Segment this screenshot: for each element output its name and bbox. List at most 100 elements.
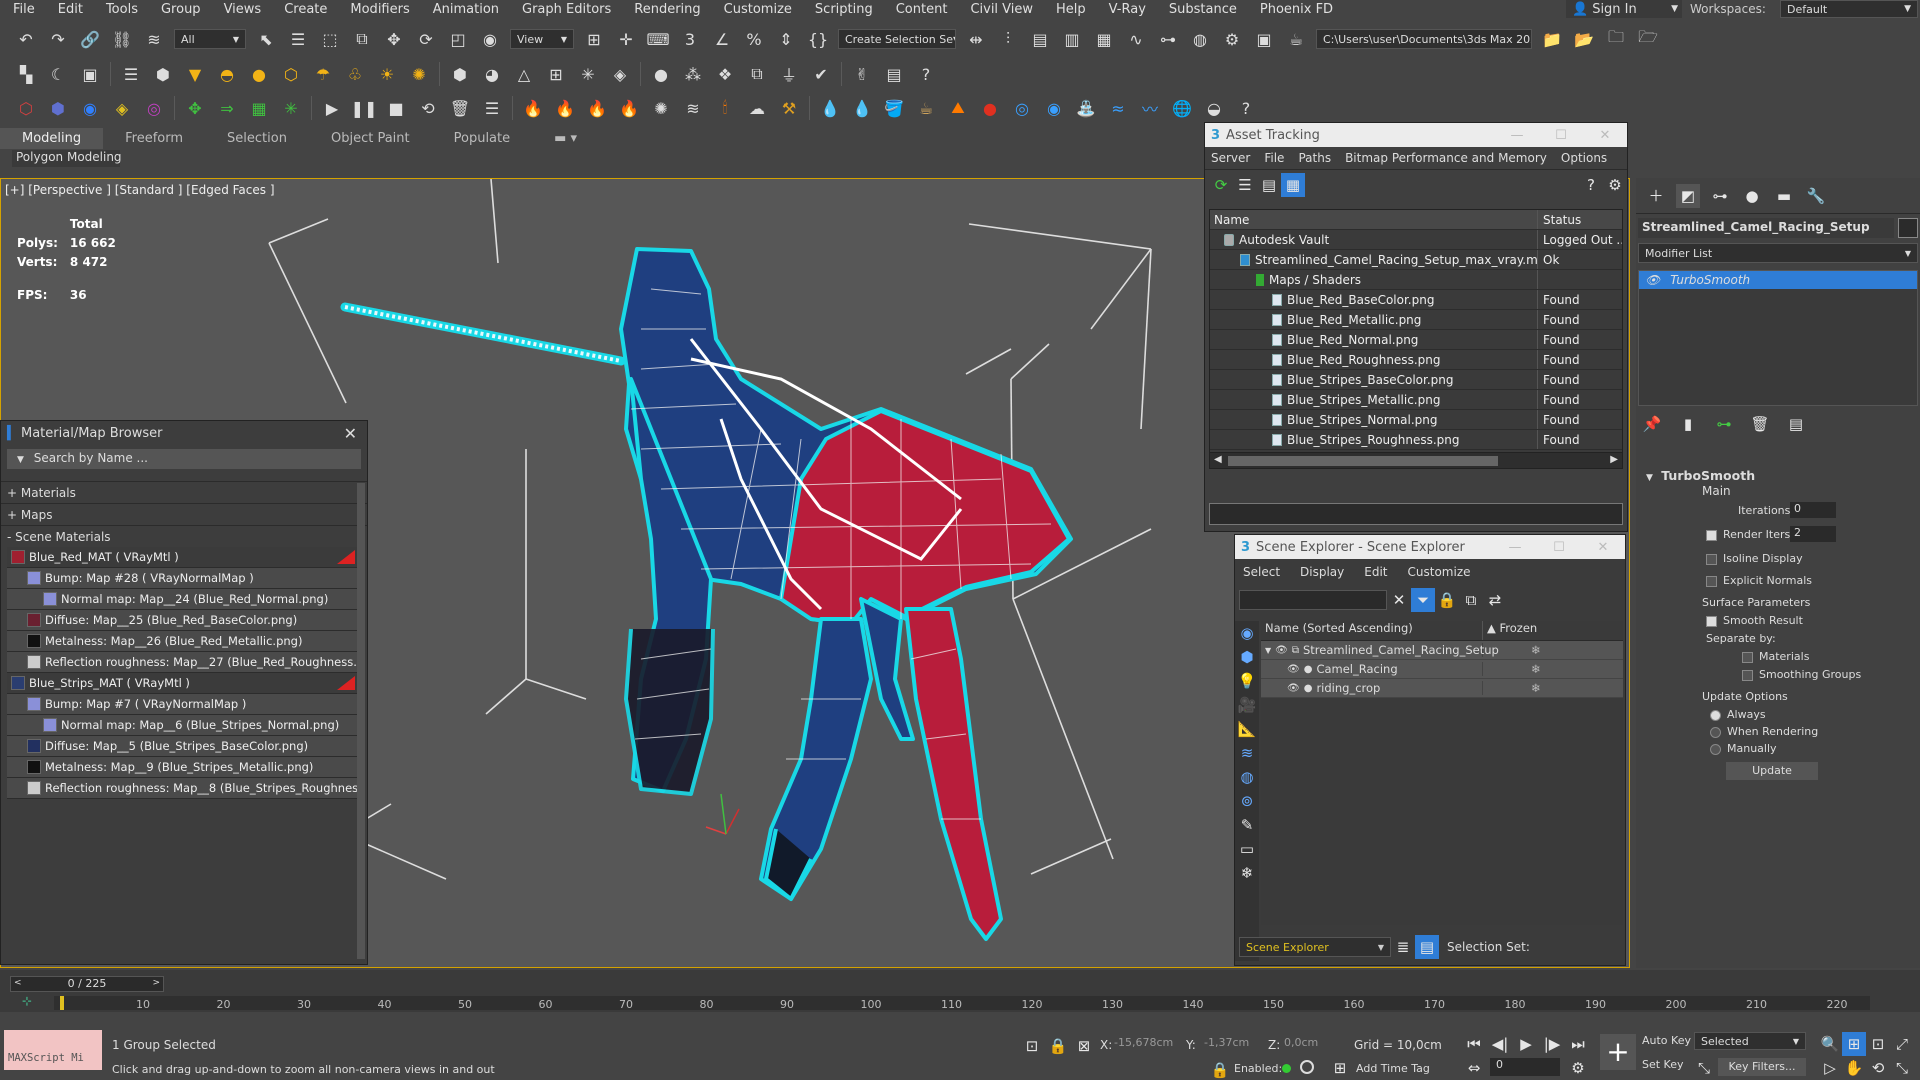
curve-editor-icon[interactable]: ∿ <box>1124 27 1148 51</box>
prev-frame-icon[interactable]: < <box>14 978 22 988</box>
project-folder-icon[interactable]: 📁 <box>1540 27 1564 51</box>
clear-search-icon[interactable]: ✕ <box>1387 588 1411 612</box>
rect-selection-icon[interactable]: ⬚ <box>318 27 342 51</box>
scene-tree-row[interactable]: ▼ 👁 ⧉ Streamlined_Camel_Racing_Setup ❄ <box>1261 641 1623 660</box>
key-filters-button[interactable]: Key Filters... <box>1718 1058 1806 1076</box>
utilities-tab-icon[interactable]: 🔧 <box>1804 184 1828 208</box>
zoom-extents-icon[interactable]: ⊡ <box>1866 1032 1890 1056</box>
table-view-icon[interactable]: ▤ <box>1257 173 1281 197</box>
liquid-source-icon[interactable]: 💧 <box>818 96 842 120</box>
smoothing-groups-checkbox[interactable]: Smoothing Groups <box>1742 668 1861 681</box>
placement-icon[interactable]: ◉ <box>478 27 502 51</box>
asset-row[interactable]: Blue_Stripes_BaseColor.png Found <box>1210 370 1622 390</box>
enabled-indicator[interactable] <box>1282 1064 1291 1073</box>
select-by-name-icon[interactable]: ☰ <box>286 27 310 51</box>
display-spacewarps-icon[interactable]: ≋ <box>1235 741 1259 765</box>
smooth-result-checkbox[interactable]: Smooth Result <box>1706 614 1803 627</box>
material-entry[interactable]: Blue_Strips_MAT ( VRayMtl ) <box>7 673 357 694</box>
remove-modifier-icon[interactable]: 🗑 <box>1748 412 1772 436</box>
update-button[interactable]: Update <box>1726 762 1818 780</box>
vray-material-icon[interactable]: ● <box>649 62 673 86</box>
scrollbar[interactable] <box>357 483 365 959</box>
isoline-checkbox[interactable]: Isoline Display <box>1706 552 1803 565</box>
redo-icon[interactable]: ↷ <box>46 27 70 51</box>
display-cameras-icon[interactable]: 🎥 <box>1235 693 1259 717</box>
asset-row[interactable]: Blue_Stripes_Metallic.png Found <box>1210 390 1622 410</box>
zoom-icon[interactable]: 🔍 <box>1818 1032 1842 1056</box>
ribbon-tab-selection[interactable]: Selection <box>205 128 309 149</box>
time-configuration-icon[interactable]: ⚙ <box>1566 1056 1590 1080</box>
vray-ambient-light-icon[interactable]: ♧ <box>343 62 367 86</box>
substance-cube-icon[interactable]: ⬢ <box>46 96 70 120</box>
rendered-frame-window-icon[interactable]: ▣ <box>1252 27 1276 51</box>
vray-frame-buffer-icon[interactable]: ▚ <box>14 62 38 86</box>
collapse-handle-icon[interactable]: ▍ <box>7 426 17 441</box>
vray-fur-icon[interactable]: ◕ <box>480 62 504 86</box>
vray-interactive-icon[interactable]: ▣ <box>78 62 102 86</box>
substance-filter-icon[interactable]: ◈ <box>110 96 134 120</box>
scene-menu-display[interactable]: Display <box>1300 565 1344 579</box>
filter-icon[interactable]: ⏷ <box>1411 588 1435 612</box>
next-frame-icon[interactable]: > <box>152 978 160 988</box>
keyboard-shortcut-icon[interactable]: ⌨ <box>646 27 670 51</box>
scroll-right-icon[interactable]: ▶ <box>1610 454 1618 465</box>
scene-menu-customize[interactable]: Customize <box>1408 565 1471 579</box>
angle-snap-icon[interactable]: ∠ <box>710 27 734 51</box>
selection-filter-dropdown[interactable]: All ▼ <box>174 29 246 49</box>
y-coordinate-field[interactable]: -1,37cm <box>1204 1036 1264 1054</box>
set-key-button[interactable]: Set Key <box>1642 1058 1686 1076</box>
display-xrefs-icon[interactable]: ⊚ <box>1235 789 1259 813</box>
vray-decal-icon[interactable]: ⊞ <box>544 62 568 86</box>
phoenix-list-icon[interactable]: ☰ <box>480 96 504 120</box>
show-end-result-icon[interactable]: ▮ <box>1676 412 1700 436</box>
phoenix-help-icon[interactable]: ? <box>1234 96 1258 120</box>
menu-item-file[interactable]: File <box>0 2 45 17</box>
lock-icon[interactable]: 🔒 <box>1208 1058 1232 1080</box>
vray-asset-editor-icon[interactable]: ⬢ <box>151 62 175 86</box>
named-selection-dropdown[interactable]: Create Selection Se ▼ <box>838 29 956 49</box>
render-production-icon[interactable]: ☕ <box>1284 27 1308 51</box>
map-entry[interactable]: Normal map: Map__24 (Blue_Red_Normal.png… <box>7 589 357 610</box>
asset-menu-bitmap-performance-and-memory[interactable]: Bitmap Performance and Memory <box>1345 151 1547 165</box>
phoenix-helper-icon[interactable]: ✥ <box>183 96 207 120</box>
menu-item-animation[interactable]: Animation <box>420 2 509 17</box>
liquid-cup-icon[interactable]: ☕ <box>914 96 938 120</box>
isolate-selection-icon[interactable]: ⊡ <box>1020 1034 1044 1058</box>
absolute-mode-icon[interactable]: ⊠ <box>1072 1034 1096 1058</box>
menu-item-v-ray[interactable]: V-Ray <box>1096 2 1156 17</box>
make-unique-icon[interactable]: ⊶ <box>1712 412 1736 436</box>
asset-menu-file[interactable]: File <box>1264 151 1284 165</box>
ocean-icon[interactable]: ≈ <box>1106 96 1130 120</box>
materials-checkbox[interactable]: Materials <box>1742 650 1809 663</box>
render-iters-spinner[interactable]: 2 <box>1790 526 1836 542</box>
asset-path-field[interactable] <box>1209 503 1623 525</box>
menu-item-scripting[interactable]: Scripting <box>802 2 883 17</box>
map-entry[interactable]: Metalness: Map__9 (Blue_Stripes_Metallic… <box>7 757 357 778</box>
ribbon-tab-freeform[interactable]: Freeform <box>103 128 205 149</box>
scroll-thumb[interactable] <box>1228 456 1498 466</box>
asset-row[interactable]: Streamlined_Camel_Racing_Setup_max_vray.… <box>1210 250 1622 270</box>
fire-smoke-icon[interactable]: 🔥 <box>553 96 577 120</box>
display-all-icon[interactable]: ◉ <box>1235 621 1259 645</box>
display-tab-icon[interactable]: ▬ <box>1772 184 1796 208</box>
project-settings-icon[interactable]: 🗁 <box>1636 27 1660 51</box>
vray-enmesh-icon[interactable]: ◈ <box>608 62 632 86</box>
scene-tree-row[interactable]: 👁 ● Camel_Racing ❄ <box>1261 660 1623 679</box>
always-radio[interactable]: Always <box>1710 708 1766 721</box>
modifier-list-dropdown[interactable]: Modifier List ▼ <box>1638 243 1918 263</box>
menu-item-phoenix-fd[interactable]: Phoenix FD <box>1247 2 1343 17</box>
menu-item-substance[interactable]: Substance <box>1156 2 1247 17</box>
liquid-bucket-icon[interactable]: 🪣 <box>882 96 906 120</box>
frozen-toggle-icon[interactable]: ❄ <box>1531 643 1541 657</box>
prev-key-icon[interactable]: ◀| <box>1488 1032 1512 1056</box>
asset-row[interactable]: Autodesk Vault Logged Out ... <box>1210 230 1622 250</box>
material-browser-titlebar[interactable]: ▍ Material/Map Browser ✕ <box>1 421 367 445</box>
orbit-icon[interactable]: ⟲ <box>1866 1056 1890 1080</box>
resume-icon[interactable]: ⟲ <box>416 96 440 120</box>
ribbon-tab-populate[interactable]: Populate <box>432 128 533 149</box>
asset-row[interactable]: Maps / Shaders <box>1210 270 1622 290</box>
hierarchy-icon[interactable]: ⧉ <box>1459 588 1483 612</box>
polygon-modeling-panel[interactable]: Polygon Modeling <box>12 150 122 167</box>
asset-row[interactable]: Blue_Red_Roughness.png Found <box>1210 350 1622 370</box>
menu-item-customize[interactable]: Customize <box>711 2 802 17</box>
